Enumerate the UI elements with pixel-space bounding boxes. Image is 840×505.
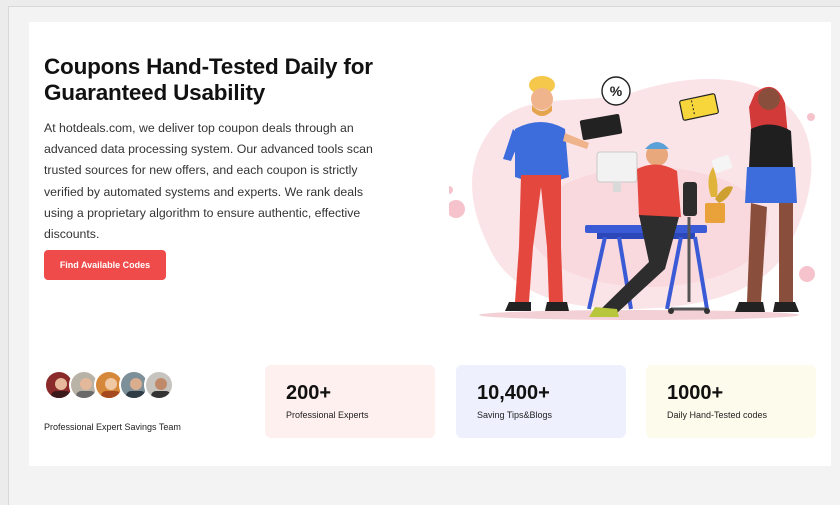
percent-badge: % [610,83,623,99]
team-illustration: % [449,76,815,320]
stat-value: 200+ [286,382,332,404]
content-card: Coupons Hand-Tested Daily for Guaranteed… [29,22,831,466]
stat-card-blogs: 10,400+ Saving Tips&Blogs [456,365,626,438]
stat-label: Daily Hand-Tested codes [667,410,768,420]
stat-label: Saving Tips&Blogs [477,410,553,420]
stat-card-experts: 200+ Professional Experts [265,365,435,438]
stat-card-codes: 1000+ Daily Hand-Tested codes [646,365,816,438]
team-label: Professional Expert Savings Team [44,422,181,432]
hero-title: Coupons Hand-Tested Daily for Guaranteed… [44,54,373,105]
avatar [144,370,174,400]
stat-value: 1000+ [667,382,724,404]
hero-description: At hotdeals.com, we deliver top coupon d… [44,121,373,242]
avatar-group [44,370,194,404]
stat-label: Professional Experts [286,410,369,420]
team-section: Professional Expert Savings Team [44,370,194,432]
page-frame: Coupons Hand-Tested Daily for Guaranteed… [8,6,840,505]
find-codes-button[interactable]: Find Available Codes [44,250,166,280]
stat-value: 10,400+ [477,382,550,404]
